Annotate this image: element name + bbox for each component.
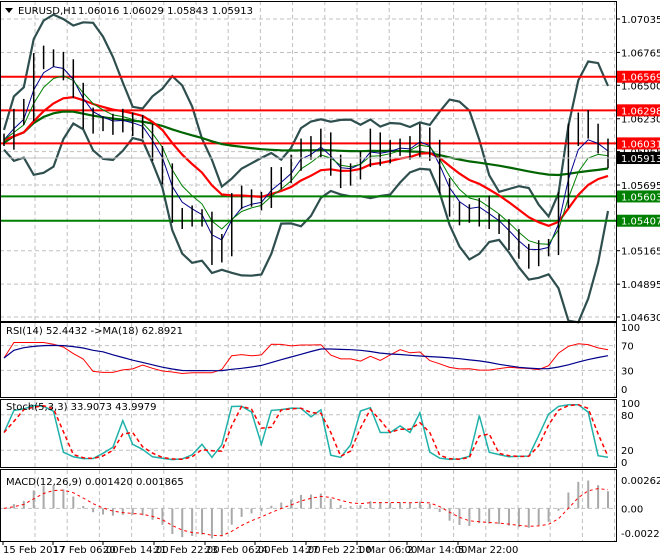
level-label: 1.06031 [621,139,660,150]
grid [0,1,616,541]
stoch-tick-label: 100 [621,399,640,410]
level-label: 1.06569 [621,73,660,84]
stoch-title: Stoch(5,3,3) 33.9073 43.9979 [6,402,157,413]
price-tick-label: 1.05695 [621,181,660,192]
macd-tick-label: -0.002274 [621,529,660,540]
level-label: 1.05407 [621,217,660,228]
level-label: 1.06298 [621,106,660,117]
level-label: 1.05603 [621,192,660,203]
ohlc-values: 1.06016 1.06029 1.05843 1.05913 [78,6,253,17]
rsi-tick-label: 100 [621,323,640,334]
price-tick-label: 1.06765 [621,48,660,59]
macd-signal-line [3,488,609,537]
price-tick-label: 1.05165 [621,247,660,258]
macd-tick-label: 0.00 [621,504,643,515]
moving-average-fast-green [3,75,609,245]
rsi-tick-label: 30 [621,366,634,377]
price-tick-label: 1.07035 [621,15,660,26]
rsi-ma-line [3,344,609,372]
rsi-tick-label: 0 [621,385,627,396]
symbol-label: EURUSD,H1 [18,6,77,17]
stoch-tick-label: 80 [621,411,634,422]
macd-panel[interactable] [3,480,609,539]
rsi-line [3,342,609,375]
collapse-triangle-icon[interactable] [5,8,13,13]
macd-title: MACD(12,26,9) 0.001420 0.001865 [6,477,184,488]
macd-tick-label: 0.00262 [621,476,660,487]
current-price-label: 1.05913 [621,154,660,165]
bollinger-lower-band [3,122,610,324]
stoch-tick-label: 0 [621,458,627,469]
time-tick-label: 5 Mar 22:00 [458,545,518,556]
rsi-title: RSI(14) 52.4432 ->MA(18) 62.8921 [6,326,183,337]
price-panel[interactable] [0,13,616,324]
rsi-tick-label: 70 [621,342,634,353]
stoch-tick-label: 20 [621,446,634,457]
rsi-panel[interactable] [3,342,609,375]
price-tick-label: 1.04895 [621,280,660,291]
trading-chart[interactable]: 1.070351.067651.065001.062301.059651.056… [0,0,660,560]
